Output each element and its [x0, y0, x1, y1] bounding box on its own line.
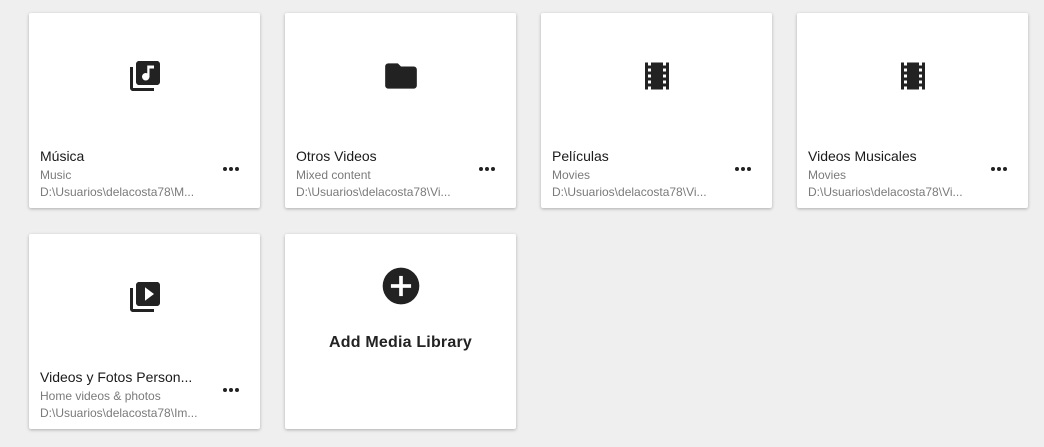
- music-library-icon: [125, 56, 165, 96]
- library-title: Películas: [552, 148, 609, 164]
- more-horiz-icon: [735, 167, 751, 171]
- library-card-videos-fotos[interactable]: Videos y Fotos Person... Home videos & p…: [29, 234, 260, 429]
- library-path: D:\Usuarios\delacosta78\Vi...: [296, 185, 451, 199]
- more-options-button[interactable]: [731, 162, 755, 176]
- library-card-videos-musicales[interactable]: Videos Musicales Movies D:\Usuarios\dela…: [797, 13, 1028, 208]
- more-horiz-icon: [991, 167, 1007, 171]
- library-title: Música: [40, 148, 85, 164]
- library-path: D:\Usuarios\delacosta78\Im...: [40, 406, 198, 420]
- library-title: Otros Videos: [296, 148, 377, 164]
- more-options-button[interactable]: [475, 162, 499, 176]
- add-media-library-button[interactable]: Add Media Library: [285, 234, 516, 429]
- library-card-otros-videos[interactable]: Otros Videos Mixed content D:\Usuarios\d…: [285, 13, 516, 208]
- library-type: Movies: [552, 168, 591, 182]
- more-horiz-icon: [223, 167, 239, 171]
- video-library-icon: [125, 277, 165, 317]
- library-type: Mixed content: [296, 168, 371, 182]
- more-horiz-icon: [223, 388, 239, 392]
- library-title: Videos Musicales: [808, 148, 917, 164]
- add-circle-icon: [382, 267, 419, 305]
- library-card-musica[interactable]: Música Music D:\Usuarios\delacosta78\M..…: [29, 13, 260, 208]
- folder-icon: [381, 56, 421, 96]
- add-media-library-label: Add Media Library: [329, 334, 472, 351]
- library-card-peliculas[interactable]: Películas Movies D:\Usuarios\delacosta78…: [541, 13, 772, 208]
- more-horiz-icon: [479, 167, 495, 171]
- more-options-button[interactable]: [219, 383, 243, 397]
- film-icon: [637, 56, 677, 96]
- library-type: Home videos & photos: [40, 389, 161, 403]
- library-type: Movies: [808, 168, 847, 182]
- library-path: D:\Usuarios\delacosta78\Vi...: [808, 185, 963, 199]
- library-title: Videos y Fotos Person...: [40, 369, 193, 385]
- library-type: Music: [40, 168, 72, 182]
- library-path: D:\Usuarios\delacosta78\Vi...: [552, 185, 707, 199]
- more-options-button[interactable]: [219, 162, 243, 176]
- more-options-button[interactable]: [987, 162, 1011, 176]
- media-library-grid: Música Music D:\Usuarios\delacosta78\M..…: [0, 0, 1044, 447]
- film-icon: [893, 56, 933, 96]
- library-path: D:\Usuarios\delacosta78\M...: [40, 185, 195, 199]
